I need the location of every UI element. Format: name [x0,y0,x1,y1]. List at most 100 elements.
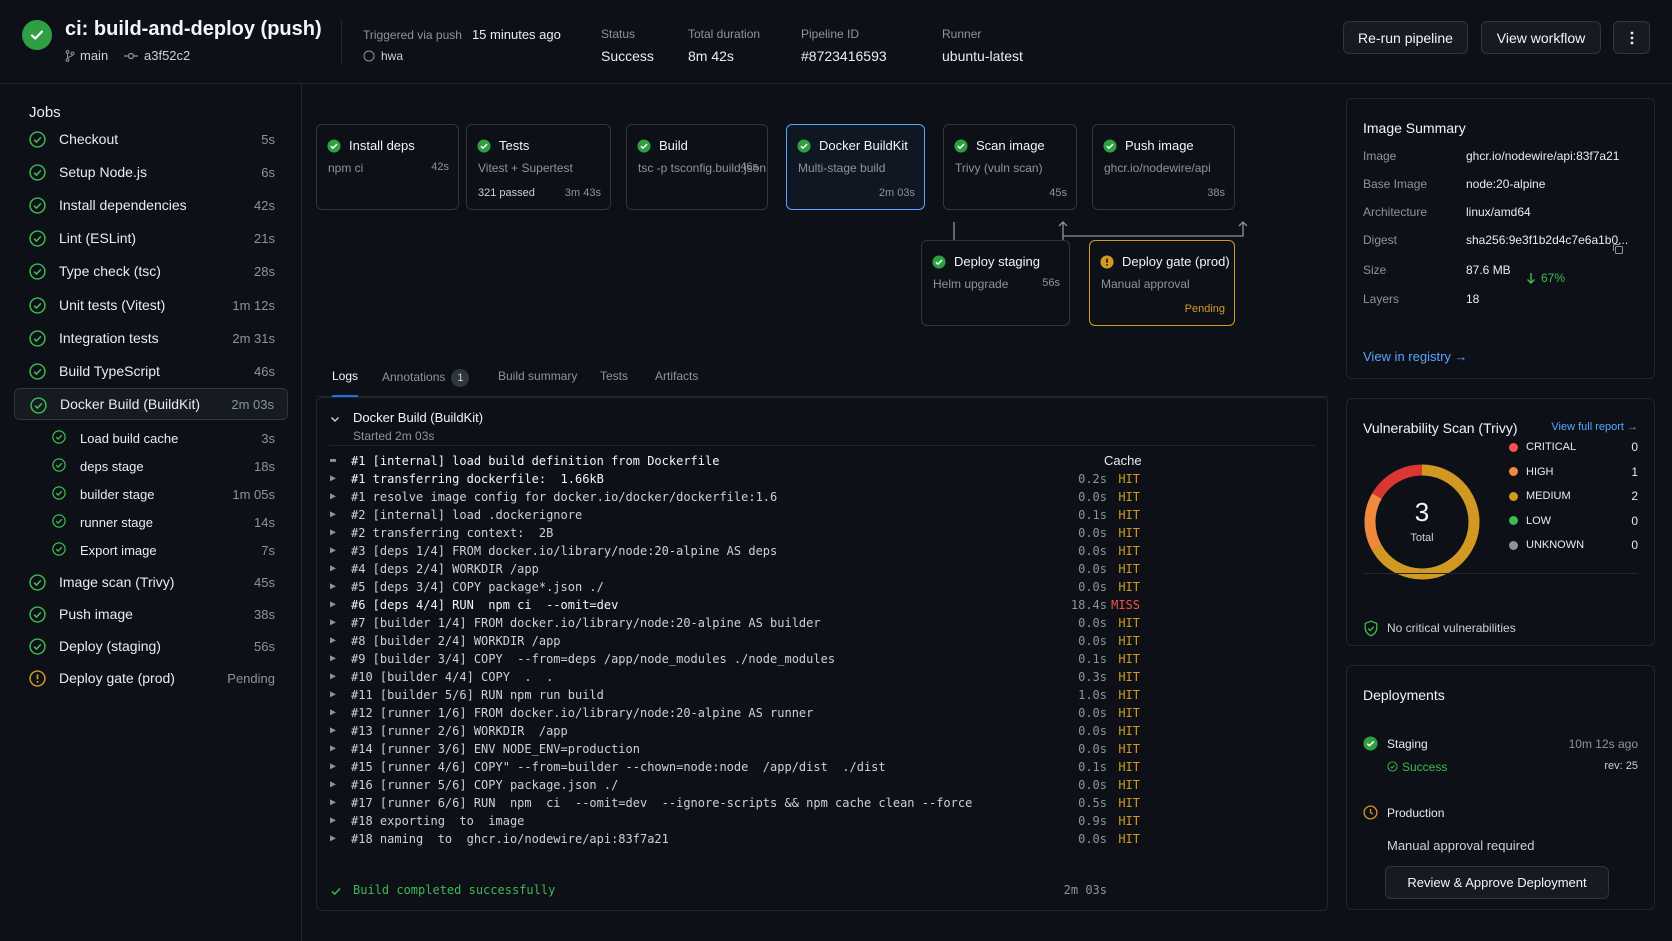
log-line[interactable]: ▶ #6 [deps 4/4] RUN npm ci --omit=dev 18.… [317,596,1317,614]
log-section-title[interactable]: Docker Build (BuildKit) [353,410,483,425]
job-item[interactable]: Lint (ESLint) 21s [14,222,288,254]
log-time: 0.1s [1078,652,1107,666]
log-line[interactable]: ▶ #4 [deps 2/4] WORKDIR /app 0.0s HIT [317,560,1317,578]
log-line[interactable]: ▶ #12 [runner 1/6] FROM docker.io/librar… [317,704,1317,722]
rerun-pipeline-button[interactable]: Re-run pipeline [1343,21,1468,54]
log-line[interactable]: ▶ #16 [runner 5/6] COPY package.json ./ 0… [317,776,1317,794]
job-name: Checkout [59,131,119,147]
pipeline-node[interactable]: Docker BuildKit Multi-stage build 2m 03s [786,124,925,210]
more-options-button[interactable] [1613,21,1650,54]
job-item[interactable]: Build TypeScript 46s [14,355,288,387]
log-text: #12 [runner 1/6] FROM docker.io/library/… [351,706,814,720]
log-line[interactable]: ▶ #1 resolve image config for docker.io/… [317,488,1317,506]
chevron-right-icon: ▶ [330,599,337,610]
log-line[interactable]: ▶ #17 [runner 6/6] RUN npm ci --omit=dev… [317,794,1317,812]
severity-dot [1509,467,1518,476]
pipeline-node[interactable]: Deploy gate (prod) Manual approval Pendin… [1089,240,1235,326]
log-line[interactable]: ▶ #15 [runner 4/6] COPY" --from=builder … [317,758,1317,776]
job-item[interactable]: Deploy (staging) 56s [14,630,288,662]
chevron-right-icon: ▶ [330,833,337,844]
job-duration: 18s [254,458,275,474]
log-line[interactable]: ▶ #3 [deps 1/4] FROM docker.io/library/n… [317,542,1317,560]
tab-artifacts[interactable]: Artifacts [655,369,698,397]
tab-build-summary[interactable]: Build summary [498,369,577,397]
trigger-user[interactable]: hwa [381,49,403,63]
status-label: Status [601,27,636,41]
severity-count: 2 [1631,489,1638,503]
success-check-icon [932,255,946,269]
job-item[interactable]: Integration tests 2m 31s [14,322,288,354]
pipeline-node[interactable]: Install deps npm ci 42s [316,124,459,210]
log-line[interactable]: ▶ #5 [deps 3/4] COPY package*.json ./ 0.0… [317,578,1317,596]
log-text: #7 [builder 1/4] FROM docker.io/library/… [351,616,821,630]
job-item[interactable]: Type check (tsc) 28s [14,255,288,287]
log-line[interactable]: ▬ #1 [internal] load build definition fr… [317,452,1317,470]
deployments-title: Deployments [1363,687,1445,703]
job-name: Deploy gate (prod) [59,670,175,686]
log-line[interactable]: ▶ #10 [builder 4/4] COPY . . 0.3s HIT [317,668,1317,686]
job-item[interactable]: Export image 7s [14,534,288,566]
job-item[interactable]: Unit tests (Vitest) 1m 12s [14,289,288,321]
node-subtitle: Manual approval [1101,277,1190,291]
image-summary-title: Image Summary [1363,120,1466,136]
log-line[interactable]: ▶ #2 transferring context: 2B 0.0s HIT [317,524,1317,542]
node-title: Install deps [349,138,415,153]
success-check-icon [29,230,46,247]
job-duration: 28s [254,263,275,279]
log-line[interactable]: ▶ #18 exporting to image 0.9s HIT [317,812,1317,830]
runner-value: ubuntu-latest [942,48,1023,64]
kebab-menu-icon [1630,31,1634,45]
log-line[interactable]: ▶ #18 naming to ghcr.io/nodewire/api:83f… [317,830,1317,848]
log-text: #16 [runner 5/6] COPY package.json ./ [351,778,619,792]
chevron-down-icon[interactable] [329,413,341,425]
job-name: deps stage [80,458,144,474]
severity-dot [1509,540,1518,550]
log-line[interactable]: ▶ #2 [internal] load .dockerignore 0.1s HI… [317,506,1317,524]
log-line[interactable]: ▶ #11 [builder 5/6] RUN npm run build 1.0… [317,686,1317,704]
image-summary-label: Size [1363,263,1387,277]
no-critical-note: No critical vulnerabilities [1387,621,1516,635]
staging-deployment-name[interactable]: Staging [1387,737,1428,751]
success-check-icon [52,486,66,500]
job-duration: 2m 03s [231,396,274,412]
tab-logs[interactable]: Logs [332,369,359,397]
chevron-right-icon: ▶ [330,725,337,736]
log-line[interactable]: ▶ #7 [builder 1/4] FROM docker.io/librar… [317,614,1317,632]
pipeline-node[interactable]: Deploy staging Helm upgrade 56s [921,240,1070,326]
log-line[interactable]: ▶ #13 [runner 2/6] WORKDIR /app 0.0s HIT [317,722,1317,740]
job-item[interactable]: Image scan (Trivy) 45s [14,566,288,598]
job-item[interactable]: Setup Node.js 6s [14,156,288,188]
log-line[interactable]: ▶ #14 [runner 3/6] ENV NODE_ENV=producti… [317,740,1317,758]
view-in-registry-link[interactable]: View in registry → [1363,349,1468,364]
pipeline-node[interactable]: Tests Vitest + Supertest 321 passed 3m 43s [466,124,611,210]
log-line[interactable]: ▶ #8 [builder 2/4] WORKDIR /app 0.0s HIT [317,632,1317,650]
severity-dot [1509,442,1518,452]
chevron-right-icon: ▶ [330,509,337,520]
view-full-report-link[interactable]: View full report → [1551,421,1638,433]
tab-annotations[interactable]: Annotations 1 [382,369,470,397]
node-subtitle: Helm upgrade [933,277,1009,291]
pipeline-node[interactable]: Push image ghcr.io/nodewire/api 38s [1092,124,1235,210]
branch-label[interactable]: main [65,48,108,63]
job-item[interactable]: Install dependencies 42s [14,189,288,221]
log-line[interactable]: ▶ #9 [builder 3/4] COPY --from=deps /app… [317,650,1317,668]
job-item[interactable]: Docker Build (BuildKit) 2m 03s [14,388,288,420]
view-workflow-button[interactable]: View workflow [1481,21,1601,54]
tab-tests[interactable]: Tests [600,369,628,397]
job-item[interactable]: Push image 38s [14,598,288,630]
pipeline-node[interactable]: Build tsc -p tsconfig.build.json 46s [626,124,768,210]
job-duration: 1m 12s [232,297,275,313]
job-name: Setup Node.js [59,164,147,180]
review-approve-deployment-button[interactable]: Review & Approve Deployment [1385,866,1609,899]
log-text: #18 naming to ghcr.io/nodewire/api:83f7a… [351,832,669,846]
job-duration: 1m 05s [232,486,275,502]
production-deployment-name[interactable]: Production [1387,806,1444,820]
pipeline-node[interactable]: Scan image Trivy (vuln scan) 45s [943,124,1077,210]
log-cache-status: HIT [1118,508,1140,522]
copy-icon[interactable] [1612,243,1624,255]
node-subtitle: ghcr.io/nodewire/api [1104,161,1211,175]
job-item[interactable]: Checkout 5s [14,123,288,155]
commit-label[interactable]: a3f52c2 [124,48,190,63]
job-item[interactable]: Deploy gate (prod) Pending [14,662,288,694]
log-line[interactable]: ▶ #1 transferring dockerfile: 1.66kB 0.2s… [317,470,1317,488]
